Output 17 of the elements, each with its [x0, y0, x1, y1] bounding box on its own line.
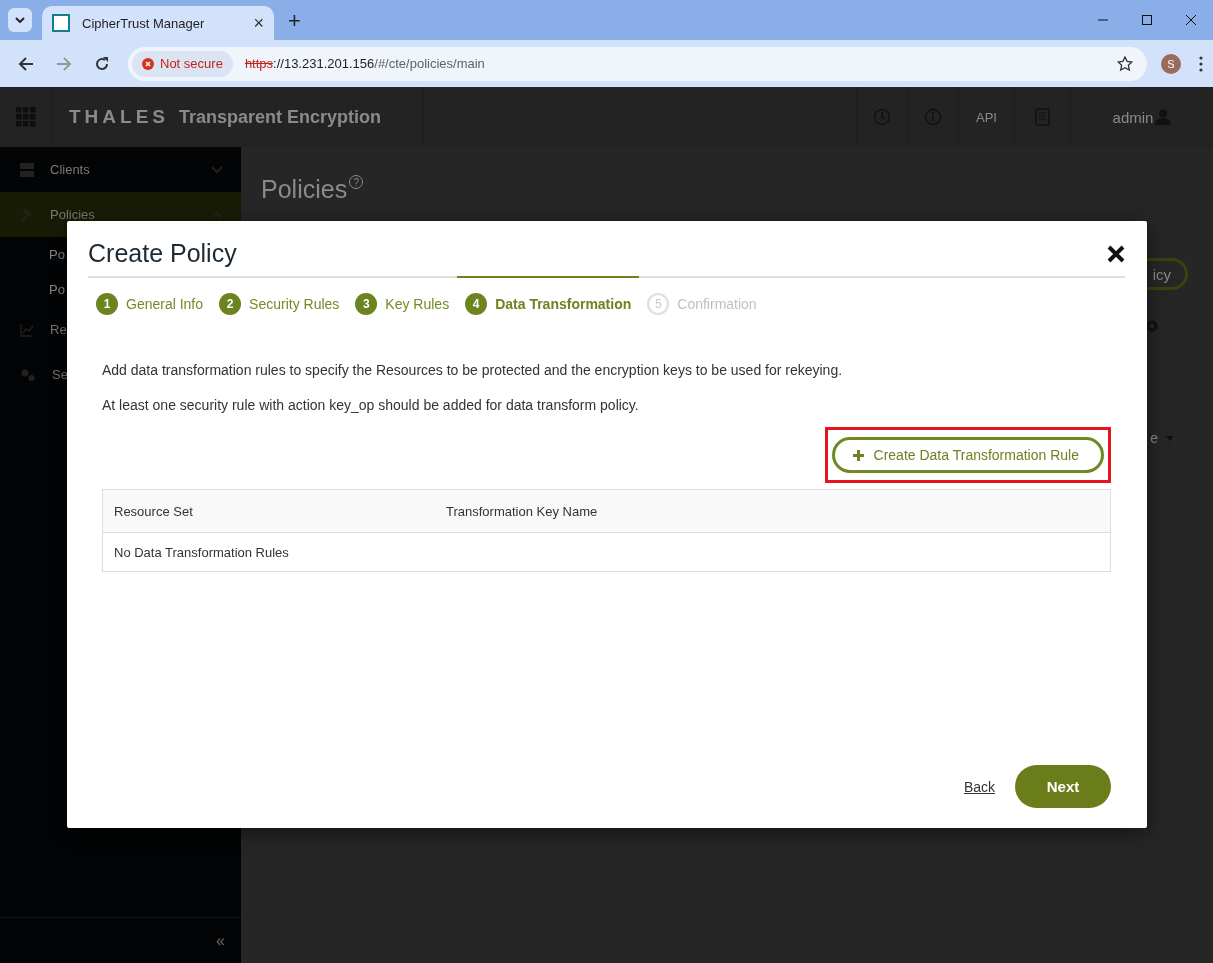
- page-title: Policies: [261, 175, 348, 204]
- step-number: 3: [355, 293, 378, 315]
- step-number: 1: [96, 293, 118, 315]
- product-name: Transparent Encryption: [179, 106, 382, 128]
- brand-logo: THALES: [69, 106, 169, 128]
- empty-message: No Data Transformation Rules: [102, 532, 1111, 572]
- instruction-text: At least one security rule with action key_op should be added for data transform policy.: [102, 397, 640, 413]
- tab-title: CipherTrust Manager: [82, 15, 206, 31]
- step-number: 4: [465, 293, 488, 315]
- url-scheme: https: [244, 56, 274, 71]
- dialog-title: Create Policy: [88, 239, 237, 268]
- column-header: Resource Set: [102, 489, 435, 533]
- url-host: ://13.231.201.156: [273, 56, 375, 71]
- instruction-text: Add data transformation rules to specify the Resources to be protected and the encryption keys to be used for rekeying.: [102, 362, 844, 378]
- column-header: Transformation Key Name: [435, 489, 1111, 533]
- step-number: 2: [219, 293, 242, 315]
- url-path: /#/cte/policies/main: [374, 56, 485, 71]
